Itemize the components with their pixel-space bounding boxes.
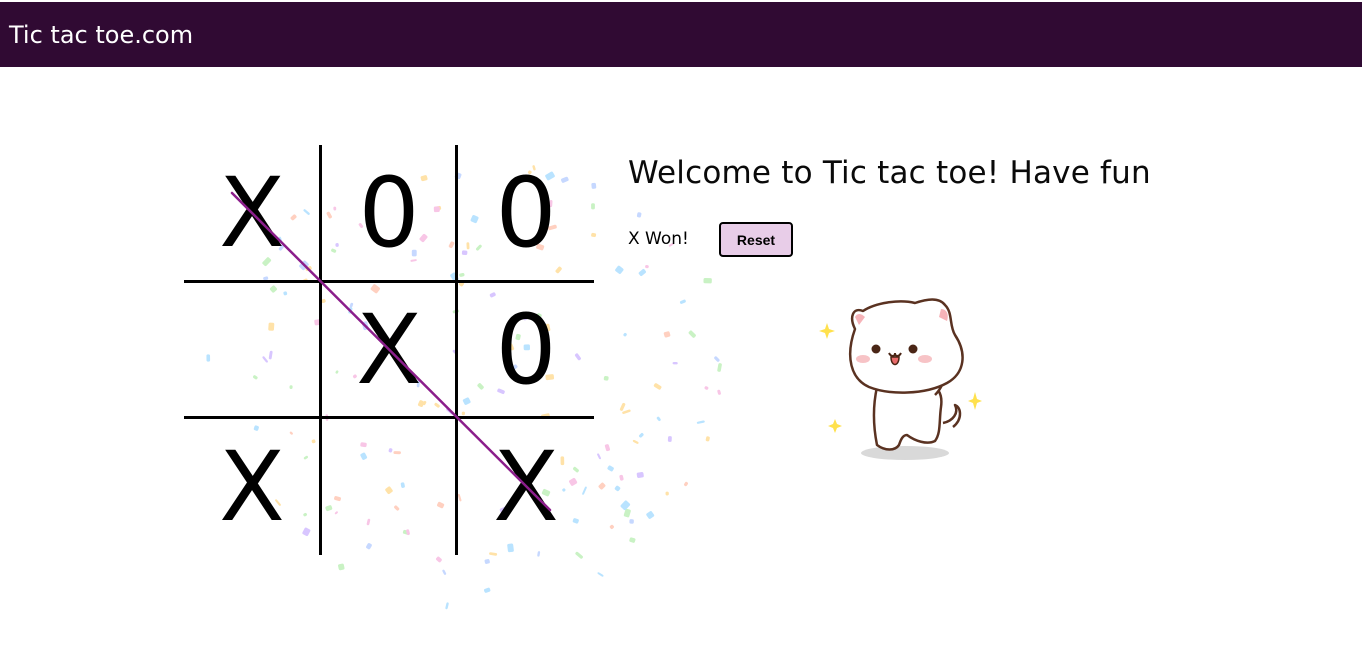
confetti-piece (619, 402, 626, 411)
confetti-piece (442, 569, 447, 575)
confetti-piece (656, 416, 661, 422)
confetti-piece (445, 602, 449, 610)
confetti-piece (484, 587, 491, 593)
confetti-piece (667, 436, 672, 442)
confetti-piece (598, 482, 606, 490)
confetti-piece (688, 330, 696, 338)
confetti-piece (622, 409, 631, 414)
confetti-piece (623, 508, 631, 518)
board-cell-0[interactable]: X (184, 145, 320, 281)
confetti-piece (663, 331, 671, 338)
confetti-piece (645, 265, 649, 269)
board-cell-8[interactable]: X (458, 419, 594, 555)
game-board: X 0 0 X 0 X X (184, 145, 594, 555)
grid-line-vertical-1 (319, 145, 322, 555)
confetti-piece (714, 356, 720, 362)
board-cell-6[interactable]: X (184, 419, 320, 555)
cat-dancing-illustration (819, 298, 982, 460)
confetti-piece (717, 389, 721, 395)
welcome-heading: Welcome to Tic tac toe! Have fun (628, 155, 1151, 191)
confetti-piece (629, 537, 636, 543)
confetti-piece (629, 519, 634, 524)
confetti-piece (696, 420, 705, 424)
confetti-piece (609, 524, 614, 530)
confetti-piece (597, 572, 604, 577)
board-cell-4[interactable]: X (321, 282, 457, 418)
confetti-piece (703, 277, 712, 284)
confetti-piece (638, 269, 646, 277)
confetti-piece (717, 363, 722, 372)
confetti-piece (619, 474, 624, 481)
confetti-piece (604, 444, 611, 452)
confetti-piece (632, 439, 639, 444)
confetti-piece (684, 481, 688, 487)
confetti-piece (636, 212, 642, 218)
grid-line-horizontal-1 (184, 280, 594, 283)
confetti-piece (607, 465, 614, 472)
site-title: Tic tac toe.com (9, 21, 194, 49)
confetti-piece (646, 511, 655, 519)
reset-button[interactable]: Reset (719, 222, 793, 257)
grid-line-vertical-2 (455, 145, 458, 555)
confetti-piece (597, 453, 601, 460)
confetti-piece (679, 299, 686, 304)
confetti-piece (603, 375, 609, 381)
board-cell-5[interactable]: 0 (458, 282, 594, 418)
confetti-piece (704, 386, 709, 390)
board-cell-2[interactable]: 0 (458, 145, 594, 281)
board-cell-3[interactable] (184, 282, 320, 418)
confetti-piece (705, 436, 710, 442)
confetti-piece (653, 383, 662, 390)
confetti-piece (436, 556, 442, 563)
board-cell-7[interactable] (321, 419, 457, 555)
confetti-piece (484, 559, 490, 564)
confetti-piece (620, 500, 631, 511)
confetti-piece (614, 485, 621, 492)
game-status: X Won! (628, 229, 689, 249)
confetti-piece (665, 491, 669, 496)
confetti-piece (621, 503, 626, 508)
confetti-piece (672, 361, 678, 365)
confetti-piece (338, 563, 345, 571)
grid-line-horizontal-2 (184, 416, 594, 419)
top-bar: Tic tac toe.com (0, 2, 1362, 67)
confetti-piece (636, 472, 644, 478)
confetti-piece (615, 265, 624, 275)
confetti-piece (623, 332, 627, 337)
confetti-piece (639, 433, 644, 438)
board-cell-1[interactable]: 0 (321, 145, 457, 281)
